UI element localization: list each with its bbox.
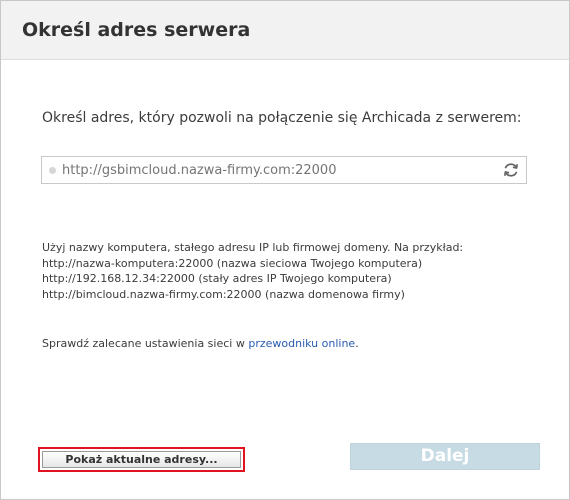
status-dot-icon [49, 167, 56, 174]
network-settings-note: Sprawdź zalecane ustawienia sieci w prze… [42, 337, 359, 350]
refresh-icon[interactable] [502, 161, 520, 179]
show-addresses-highlight: Pokaż aktualne adresy... [38, 447, 245, 472]
show-current-addresses-button[interactable]: Pokaż aktualne adresy... [42, 451, 241, 468]
hint-line: Użyj nazwy komputera, stałego adresu IP … [42, 241, 464, 254]
hint-line: http://nazwa-komputera:22000 (nazwa siec… [42, 256, 423, 270]
address-prompt: Określ adres, który pozwoli na połączeni… [42, 110, 522, 126]
dialog-header: Określ adres serwera [1, 1, 569, 60]
hint-line: http://bimcloud.nazwa-firmy.com:22000 (n… [42, 287, 405, 301]
server-address-input[interactable] [62, 160, 492, 180]
note-prefix: Sprawdź zalecane ustawienia sieci w [42, 337, 249, 350]
online-guide-link[interactable]: przewodniku online [248, 337, 355, 350]
address-field-container[interactable] [41, 156, 527, 184]
server-address-dialog: Określ adres serwera Określ adres, który… [0, 0, 570, 500]
next-button[interactable]: Dalej [350, 443, 540, 470]
hint-line: http://192.168.12.34:22000 (stały adres … [42, 272, 392, 285]
note-suffix: . [355, 337, 359, 350]
address-hint: Użyj nazwy komputera, stałego adresu IP … [42, 240, 463, 302]
dialog-title: Określ adres serwera [22, 19, 251, 41]
